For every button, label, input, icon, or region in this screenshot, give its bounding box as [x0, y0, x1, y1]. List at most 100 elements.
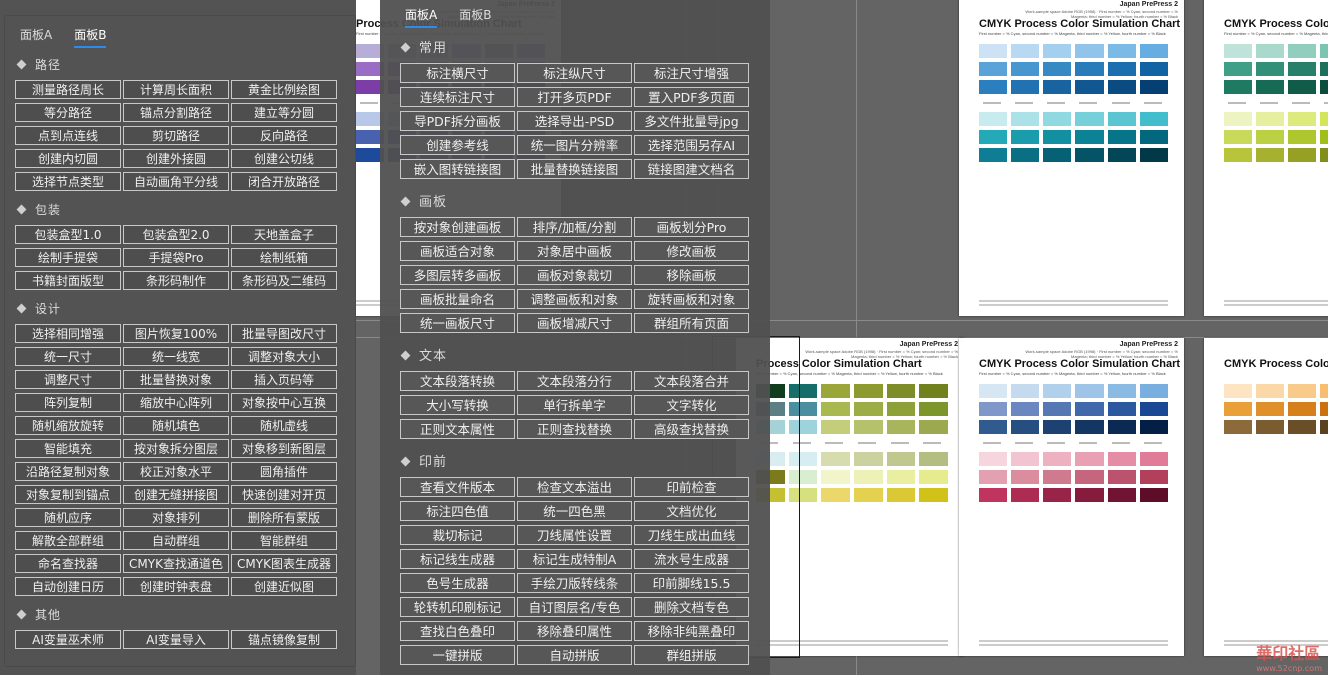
plugin-button[interactable]: 流水号生成器 [634, 549, 749, 569]
plugin-button[interactable]: 自动拼版 [517, 645, 632, 665]
plugin-button[interactable]: 等分路径 [15, 103, 121, 122]
plugin-button[interactable]: 创建内切圆 [15, 149, 121, 168]
plugin-button[interactable]: 按对象拆分图层 [123, 439, 229, 458]
plugin-button[interactable]: 查看文件版本 [400, 477, 515, 497]
plugin-button[interactable]: 排序/加框/分割 [517, 217, 632, 237]
plugin-button[interactable]: 对象排列 [123, 508, 229, 527]
plugin-button[interactable]: 测量路径周长 [15, 80, 121, 99]
plugin-button[interactable]: 创建参考线 [400, 135, 515, 155]
plugin-button[interactable]: 统一四色黑 [517, 501, 632, 521]
plugin-button[interactable]: 包装盒型2.0 [123, 225, 229, 244]
plugin-button[interactable]: 快速创建对开页 [231, 485, 337, 504]
plugin-button[interactable]: 文本段落转换 [400, 371, 515, 391]
plugin-button[interactable]: 自订图层名/专色 [517, 597, 632, 617]
plugin-button[interactable]: 选择相同增强 [15, 324, 121, 343]
plugin-button[interactable]: 锚点镜像复制 [231, 630, 337, 649]
plugin-button[interactable]: 插入页码等 [231, 370, 337, 389]
plugin-button[interactable]: 对象移到新图层 [231, 439, 337, 458]
plugin-button[interactable]: 阵列复制 [15, 393, 121, 412]
plugin-button[interactable]: 画板对象裁切 [517, 265, 632, 285]
plugin-button[interactable]: 正则文本属性 [400, 419, 515, 439]
plugin-button[interactable]: 画板批量命名 [400, 289, 515, 309]
plugin-button[interactable]: 链接图建文档名 [634, 159, 749, 179]
plugin-button[interactable]: 批量导图改尺寸 [231, 324, 337, 343]
plugin-button[interactable]: 手提袋Pro [123, 248, 229, 267]
plugin-button[interactable]: 连续标注尺寸 [400, 87, 515, 107]
plugin-button[interactable]: 选择导出-PSD [517, 111, 632, 131]
plugin-button[interactable]: 创建无缝拼接图 [123, 485, 229, 504]
plugin-button[interactable]: 智能群组 [231, 531, 337, 550]
plugin-button[interactable]: 印前检查 [634, 477, 749, 497]
plugin-button[interactable]: 创建时钟表盘 [123, 577, 229, 596]
plugin-button[interactable]: 文字转化 [634, 395, 749, 415]
plugin-button[interactable]: 绘制纸箱 [231, 248, 337, 267]
plugin-button[interactable]: 刀线生成出血线 [634, 525, 749, 545]
plugin-button[interactable]: 统一尺寸 [15, 347, 121, 366]
plugin-button[interactable]: 调整尺寸 [15, 370, 121, 389]
plugin-button[interactable]: 自动创建日历 [15, 577, 121, 596]
plugin-button[interactable]: 圆角插件 [231, 462, 337, 481]
plugin-button[interactable]: 轮转机印刷标记 [400, 597, 515, 617]
plugin-button[interactable]: 调整对象大小 [231, 347, 337, 366]
plugin-button[interactable]: 印前脚线15.5 [634, 573, 749, 593]
plugin-button[interactable]: 沿路径复制对象 [15, 462, 121, 481]
plugin-button[interactable]: 绘制手提袋 [15, 248, 121, 267]
color-chart-page[interactable]: Japan PrePress 2Work-sample space Adobe … [1204, 0, 1328, 316]
plugin-button[interactable]: 随机虚线 [231, 416, 337, 435]
plugin-button[interactable]: 查找白色叠印 [400, 621, 515, 641]
plugin-button[interactable]: 文档优化 [634, 501, 749, 521]
plugin-button[interactable]: 群组所有页面 [634, 313, 749, 333]
tab-panel-b[interactable]: 面板B [74, 26, 107, 48]
plugin-button[interactable]: 选择范围另存AI [634, 135, 749, 155]
plugin-button[interactable]: 手绘刀版转线条 [517, 573, 632, 593]
plugin-button[interactable]: 建立等分圆 [231, 103, 337, 122]
plugin-button[interactable]: 条形码制作 [123, 271, 229, 290]
plugin-button[interactable]: 批量替换对象 [123, 370, 229, 389]
plugin-button[interactable]: 图片恢复100% [123, 324, 229, 343]
plugin-button[interactable]: 色号生成器 [400, 573, 515, 593]
plugin-button[interactable]: 统一画板尺寸 [400, 313, 515, 333]
plugin-button[interactable]: 画板适合对象 [400, 241, 515, 261]
plugin-button[interactable]: 单行拆单字 [517, 395, 632, 415]
plugin-button[interactable]: CMYK查找通道色 [123, 554, 229, 573]
plugin-button[interactable]: 闭合开放路径 [231, 172, 337, 191]
plugin-button[interactable]: 解散全部群组 [15, 531, 121, 550]
tab-panel-a[interactable]: 面板A [20, 26, 52, 46]
plugin-button[interactable]: 置入PDF多页面 [634, 87, 749, 107]
plugin-button[interactable]: 计算周长面积 [123, 80, 229, 99]
plugin-button[interactable]: 移除画板 [634, 265, 749, 285]
plugin-button[interactable]: 缩放中心阵列 [123, 393, 229, 412]
plugin-button[interactable]: 天地盖盒子 [231, 225, 337, 244]
plugin-button[interactable]: CMYK图表生成器 [231, 554, 337, 573]
plugin-button[interactable]: 标注尺寸增强 [634, 63, 749, 83]
plugin-button[interactable]: 书籍封面版型 [15, 271, 121, 290]
plugin-button[interactable]: AI变量巫术师 [15, 630, 121, 649]
plugin-button[interactable]: AI变量导入 [123, 630, 229, 649]
plugin-button[interactable]: 按对象创建画板 [400, 217, 515, 237]
plugin-button[interactable]: 标记线生成器 [400, 549, 515, 569]
plugin-button[interactable]: 对象复制到锚点 [15, 485, 121, 504]
plugin-button[interactable]: 删除文档专色 [634, 597, 749, 617]
plugin-button[interactable]: 随机应序 [15, 508, 121, 527]
plugin-button[interactable]: 多文件批量导jpg [634, 111, 749, 131]
plugin-button[interactable]: 高级查找替换 [634, 419, 749, 439]
tab-panel-a[interactable]: 面板A [405, 6, 438, 28]
plugin-button[interactable]: 锚点分割路径 [123, 103, 229, 122]
plugin-button[interactable]: 标记生成特制A [517, 549, 632, 569]
plugin-button[interactable]: 修改画板 [634, 241, 749, 261]
plugin-button[interactable]: 刀线属性设置 [517, 525, 632, 545]
plugin-button[interactable]: 黄金比例绘图 [231, 80, 337, 99]
plugin-button[interactable]: 标注横尺寸 [400, 63, 515, 83]
plugin-button[interactable]: 画板增减尺寸 [517, 313, 632, 333]
plugin-button[interactable]: 文本段落合并 [634, 371, 749, 391]
plugin-button[interactable]: 统一线宽 [123, 347, 229, 366]
plugin-button[interactable]: 移除叠印属性 [517, 621, 632, 641]
plugin-button[interactable]: 反向路径 [231, 126, 337, 145]
plugin-button[interactable]: 批量替换链接图 [517, 159, 632, 179]
plugin-button[interactable]: 自动群组 [123, 531, 229, 550]
plugin-button[interactable]: 校正对象水平 [123, 462, 229, 481]
plugin-button[interactable]: 嵌入图转链接图 [400, 159, 515, 179]
plugin-button[interactable]: 打开多页PDF [517, 87, 632, 107]
plugin-button[interactable]: 移除非纯黑叠印 [634, 621, 749, 641]
plugin-button[interactable]: 删除所有蒙版 [231, 508, 337, 527]
